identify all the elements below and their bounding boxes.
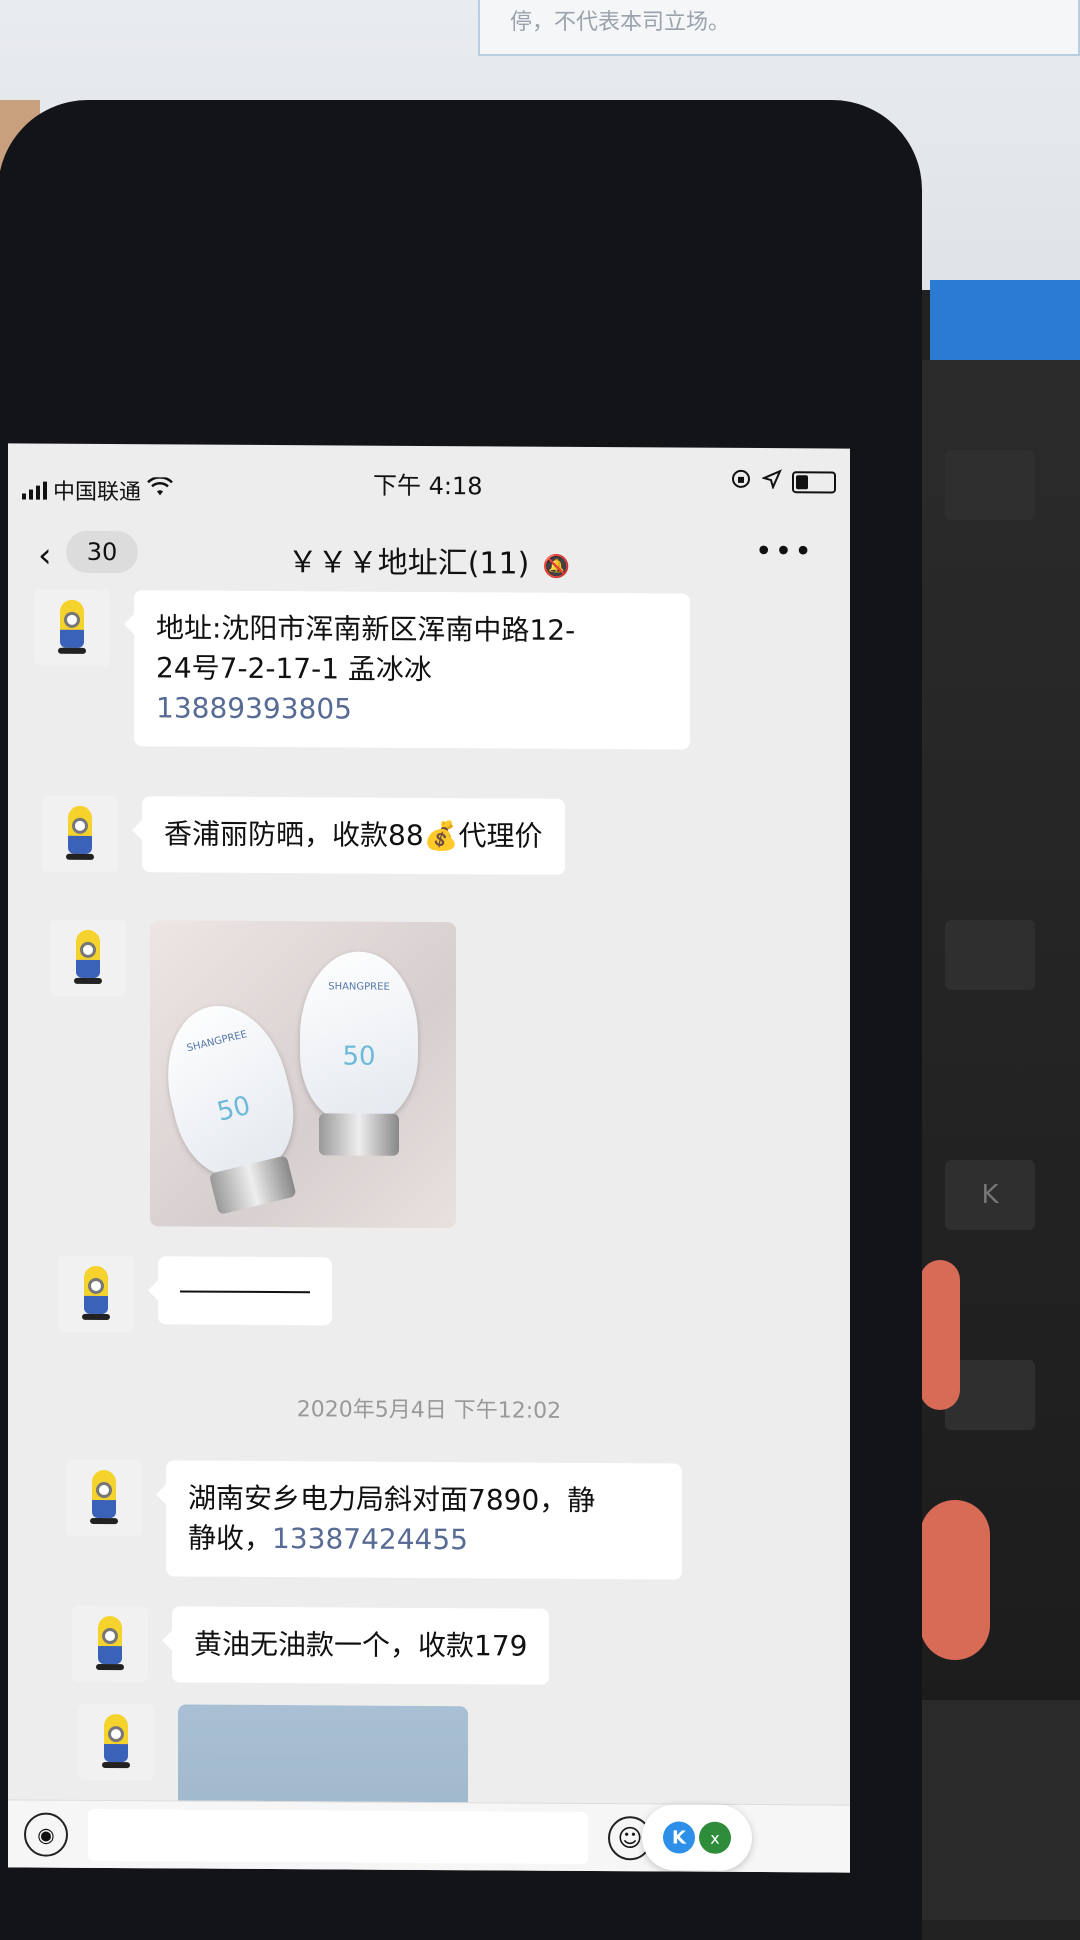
bottle-brand: SHANGPREE bbox=[185, 1029, 249, 1055]
more-options-button[interactable]: ••• bbox=[755, 534, 814, 569]
message-text-line: 24号7-2-17-1 孟冰冰 bbox=[156, 651, 432, 687]
avatar[interactable] bbox=[58, 1255, 134, 1333]
message-bubble[interactable] bbox=[158, 1256, 332, 1326]
phone-number-link[interactable]: 13387424455 bbox=[272, 1522, 468, 1556]
floating-widget[interactable]: K x bbox=[642, 1804, 752, 1871]
keyboard-key bbox=[945, 920, 1035, 990]
minion-avatar-icon bbox=[72, 929, 104, 986]
status-time: 下午 4:18 bbox=[373, 471, 483, 501]
minion-avatar-icon bbox=[88, 1469, 120, 1526]
bottle-brand: SHANGPREE bbox=[328, 981, 390, 993]
avatar[interactable] bbox=[78, 1703, 154, 1781]
message-text-line: 静收， bbox=[188, 1521, 273, 1556]
keyboard-key bbox=[945, 450, 1035, 520]
close-x-icon[interactable]: x bbox=[699, 1821, 731, 1854]
minion-avatar-icon bbox=[80, 1265, 112, 1322]
phone-number-link[interactable]: 13889393805 bbox=[156, 688, 668, 731]
message-bubble[interactable]: 地址:沈阳市浑南新区浑南中路12- 24号7-2-17-1 孟冰冰 138893… bbox=[134, 590, 690, 750]
chat-header: ‹ 30 ￥￥￥地址汇(11) 🔕 ••• bbox=[8, 513, 850, 594]
bottle-spf: 50 bbox=[342, 1041, 376, 1072]
avatar[interactable] bbox=[66, 1459, 142, 1537]
avatar[interactable] bbox=[72, 1605, 148, 1683]
minion-avatar-icon bbox=[100, 1714, 132, 1770]
message-input[interactable] bbox=[88, 1808, 588, 1864]
keyboard-key: K bbox=[945, 1160, 1035, 1230]
status-right bbox=[730, 468, 836, 497]
chat-title-wrap: ￥￥￥地址汇(11) 🔕 bbox=[8, 535, 850, 584]
carrier-label: 中国联通 bbox=[53, 479, 142, 506]
avatar[interactable] bbox=[42, 795, 118, 873]
dash-line bbox=[180, 1290, 310, 1294]
location-icon bbox=[761, 469, 782, 495]
message-row: 黄油无油款一个，收款179 bbox=[72, 1605, 550, 1685]
message-bubble[interactable]: 黄油无油款一个，收款179 bbox=[172, 1606, 550, 1685]
sunscreen-bottle: SHANGPREE 50 bbox=[300, 951, 418, 1156]
signal-icon bbox=[22, 480, 47, 500]
message-row bbox=[58, 1255, 332, 1334]
background-blue-panel bbox=[930, 280, 1080, 360]
battery-icon bbox=[792, 471, 836, 494]
message-text: 黄油无油款一个，收款179 bbox=[194, 1627, 528, 1663]
background-finger bbox=[920, 1260, 960, 1410]
background-monitor-text: 停，不代表本司立场。 bbox=[478, 0, 1080, 56]
background-finger bbox=[920, 1500, 990, 1660]
input-bar: ◉ ☺ K x bbox=[8, 1799, 850, 1873]
message-row: 地址:沈阳市浑南新区浑南中路12- 24号7-2-17-1 孟冰冰 138893… bbox=[34, 589, 690, 750]
message-row: 湖南安乡电力局斜对面7890，静 静收，13387424455 bbox=[66, 1459, 682, 1580]
orientation-lock-icon bbox=[730, 468, 752, 496]
image-message[interactable]: SHANGPREE 50 SHANGPREE 50 bbox=[150, 920, 456, 1229]
message-text-line: 地址:沈阳市浑南新区浑南中路12- bbox=[156, 611, 576, 647]
background-keyboard: K bbox=[900, 360, 1080, 1920]
k-app-icon[interactable]: K bbox=[663, 1821, 695, 1854]
chat-title: ￥￥￥地址汇(11) bbox=[287, 545, 530, 582]
avatar[interactable] bbox=[34, 589, 110, 667]
phone-screen: 中国联通 下午 4:18 ‹ 30 ￥￥￥地址汇(11) 🔕 ••• 地址:沈阳… bbox=[8, 443, 850, 1873]
message-text: 香浦丽防晒，收款88💰代理价 bbox=[164, 817, 543, 853]
status-left: 中国联通 bbox=[22, 474, 173, 507]
voice-input-icon[interactable]: ◉ bbox=[24, 1812, 68, 1857]
phone-body: 中国联通 下午 4:18 ‹ 30 ￥￥￥地址汇(11) 🔕 ••• 地址:沈阳… bbox=[0, 100, 922, 1940]
sunscreen-bottle: SHANGPREE 50 bbox=[151, 993, 307, 1215]
minion-avatar-icon bbox=[56, 599, 88, 656]
avatar[interactable] bbox=[50, 919, 126, 997]
minion-avatar-icon bbox=[94, 1615, 126, 1672]
status-bar: 中国联通 下午 4:18 bbox=[8, 443, 850, 518]
message-bubble[interactable]: 香浦丽防晒，收款88💰代理价 bbox=[142, 796, 565, 875]
message-row: SHANGPREE 50 SHANGPREE 50 bbox=[50, 919, 456, 1229]
message-row: 香浦丽防晒，收款88💰代理价 bbox=[42, 795, 565, 875]
minion-avatar-icon bbox=[64, 805, 96, 862]
mute-bell-icon: 🔕 bbox=[542, 554, 571, 580]
message-bubble[interactable]: 湖南安乡电力局斜对面7890，静 静收，13387424455 bbox=[166, 1460, 682, 1580]
wifi-icon bbox=[147, 476, 173, 503]
message-timestamp: 2020年5月4日 下午12:02 bbox=[296, 1397, 562, 1424]
message-list[interactable]: 地址:沈阳市浑南新区浑南中路12- 24号7-2-17-1 孟冰冰 138893… bbox=[8, 589, 850, 1827]
bottle-spf: 50 bbox=[214, 1090, 254, 1128]
message-text-line: 湖南安乡电力局斜对面7890，静 bbox=[188, 1481, 596, 1518]
